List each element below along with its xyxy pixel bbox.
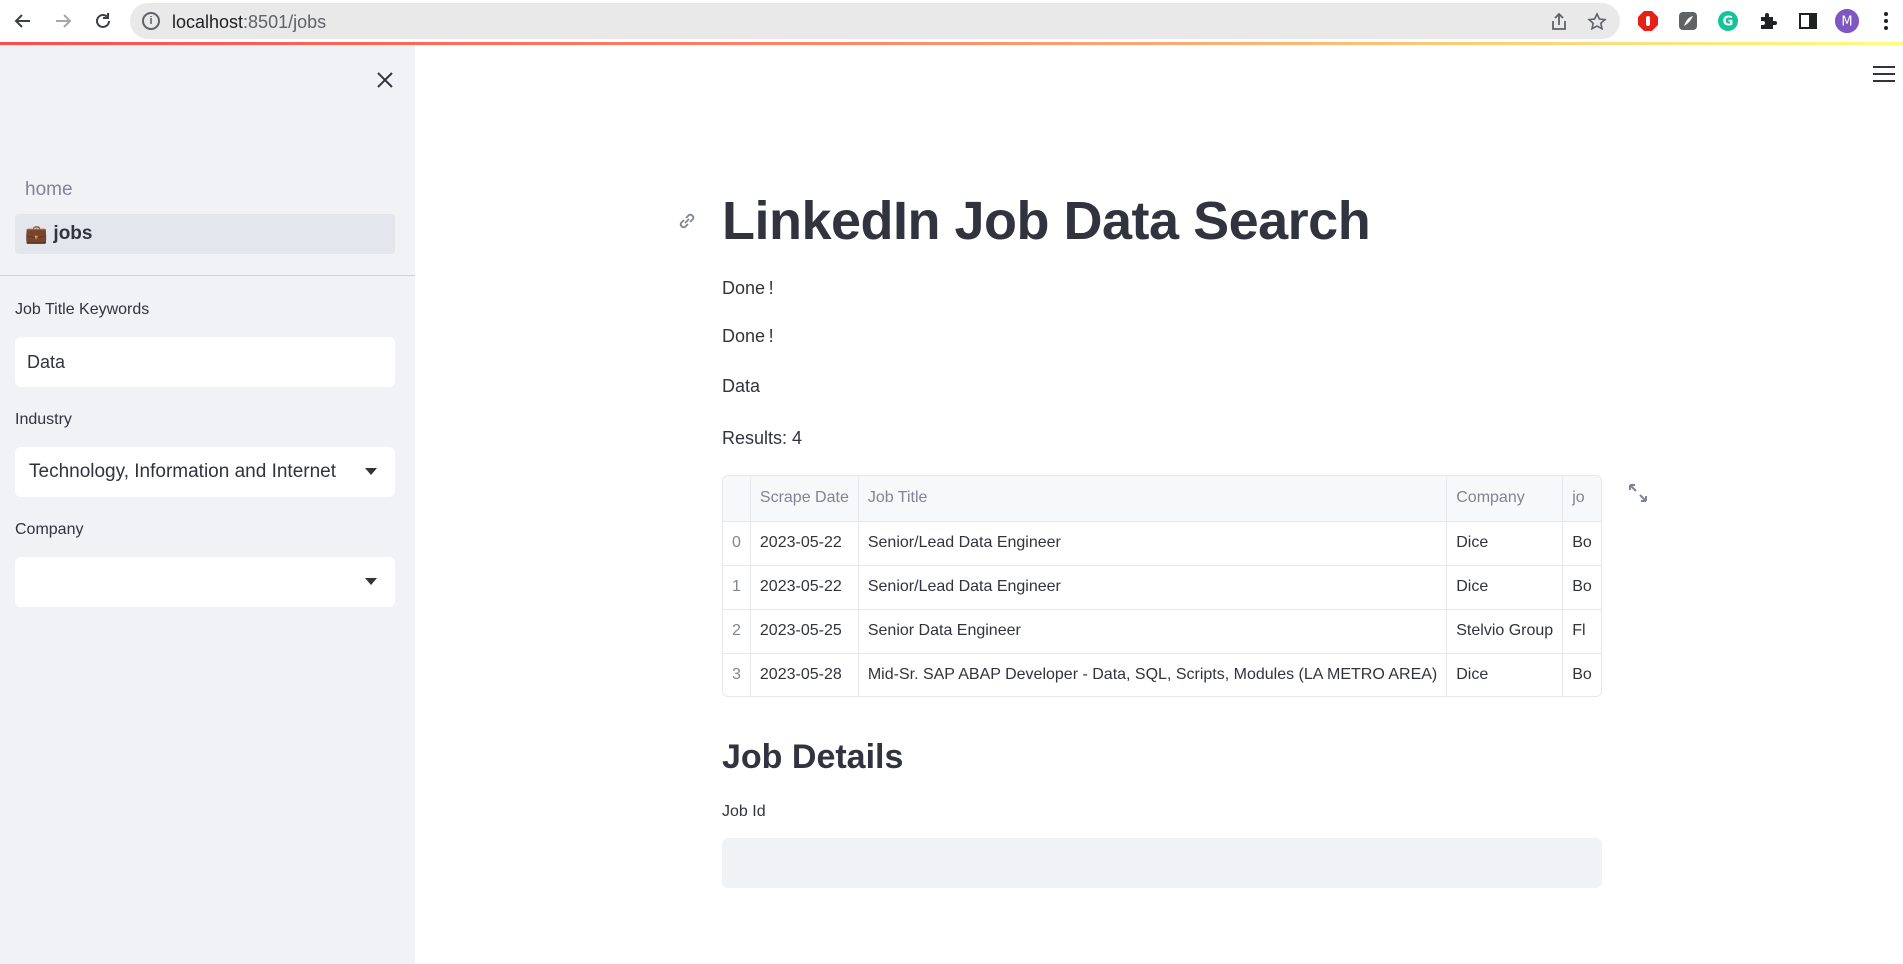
sidebar-item-label: home [25,179,73,200]
cell-scrape-date[interactable]: 2023-05-22 [750,565,859,610]
job-id-input[interactable] [722,838,1602,888]
sidebar-item-jobs[interactable]: 💼 jobs [15,214,395,254]
table-row[interactable]: 2 2023-05-25 Senior Data Engineer Stelvi… [723,609,1601,654]
link-anchor-icon[interactable] [676,210,698,238]
job-title-keywords-label: Job Title Keywords [15,301,150,318]
site-info-icon[interactable]: i [142,12,160,30]
query-echo-text: Data [722,376,761,396]
address-bar[interactable]: i localhost:8501/jobs [130,3,1620,39]
url-text[interactable]: localhost:8501/jobs [172,12,326,33]
industry-select[interactable]: Technology, Information and Internet [15,447,395,497]
hamburger-menu-icon[interactable] [1873,66,1895,84]
page-title: LinkedIn Job Data Search [722,191,1371,251]
sidebar-item-home[interactable]: home [15,170,395,210]
cell-job-location[interactable]: Bo [1562,653,1601,696]
sidebar-divider [0,275,415,276]
company-label: Company [15,521,84,538]
column-header-index[interactable] [723,476,751,522]
column-header-company[interactable]: Company [1446,476,1564,522]
svg-text:G: G [1723,15,1734,30]
job-details-heading: Job Details [722,738,904,776]
sidebar-item-label: jobs [53,223,93,244]
cell-company[interactable]: Dice [1446,521,1564,566]
back-arrow-icon[interactable] [8,7,38,35]
table-row[interactable]: 0 2023-05-22 Senior/Lead Data Engineer D… [723,521,1601,566]
adblock-extension-icon[interactable] [1635,8,1661,34]
status-text: Done ! [722,278,774,298]
briefcase-icon: 💼 [25,223,48,244]
results-dataframe[interactable]: Scrape Date Job Title Company jo 0 2023-… [722,475,1602,697]
side-panel-icon[interactable] [1795,8,1821,34]
table-row[interactable]: 1 2023-05-22 Senior/Lead Data Engineer D… [723,565,1601,610]
cell-job-title[interactable]: Senior Data Engineer [858,609,1448,654]
sidebar: home 💼 jobs Job Title Keywords Industry … [0,45,415,964]
profile-avatar[interactable]: M [1834,8,1860,34]
reload-icon[interactable] [88,7,118,35]
table-header-row: Scrape Date Job Title Company jo [723,476,1601,522]
cell-job-location[interactable]: Fl [1562,609,1601,654]
cell-company[interactable]: Stelvio Group [1446,609,1564,654]
row-index: 1 [723,565,751,610]
browser-toolbar: i localhost:8501/jobs G M [0,0,1903,42]
browser-menu-icon[interactable] [1873,8,1899,34]
job-id-label: Job Id [722,803,766,820]
share-icon[interactable] [1548,11,1570,33]
cell-job-title[interactable]: Mid-Sr. SAP ABAP Developer - Data, SQL, … [858,653,1448,696]
grammarly-extension-icon[interactable]: G [1715,8,1741,34]
status-text: Done ! [722,326,774,346]
cell-scrape-date[interactable]: 2023-05-25 [750,609,859,654]
fullscreen-expand-icon[interactable] [1627,482,1649,504]
cell-scrape-date[interactable]: 2023-05-22 [750,521,859,566]
bookmark-star-icon[interactable] [1586,11,1608,33]
extensions-puzzle-icon[interactable] [1755,8,1781,34]
cell-job-title[interactable]: Senior/Lead Data Engineer [858,521,1448,566]
industry-label: Industry [15,411,72,428]
row-index: 2 [723,609,751,654]
cell-scrape-date[interactable]: 2023-05-28 [750,653,859,696]
column-header-scrape-date[interactable]: Scrape Date [750,476,859,522]
cell-job-location[interactable]: Bo [1562,565,1601,610]
cell-company[interactable]: Dice [1446,565,1564,610]
row-index: 0 [723,521,751,566]
column-header-job-title[interactable]: Job Title [858,476,1448,522]
cell-job-title[interactable]: Senior/Lead Data Engineer [858,565,1448,610]
industry-selected-value: Technology, Information and Internet [29,461,337,482]
company-select[interactable] [15,557,395,607]
forward-arrow-icon[interactable] [48,7,78,35]
cell-company[interactable]: Dice [1446,653,1564,696]
job-title-keywords-input[interactable] [15,337,395,387]
results-table: Scrape Date Job Title Company jo 0 2023-… [723,476,1601,696]
chevron-down-icon [365,468,377,475]
column-header-job-location[interactable]: jo [1562,476,1601,522]
row-index: 3 [723,653,751,696]
cell-job-location[interactable]: Bo [1562,521,1601,566]
results-count: Results: 4 [722,428,803,448]
chevron-down-icon [365,578,377,585]
svg-text:M: M [1841,15,1852,30]
close-icon[interactable] [370,65,400,95]
feather-extension-icon[interactable] [1675,8,1701,34]
table-row[interactable]: 3 2023-05-28 Mid-Sr. SAP ABAP Developer … [723,653,1601,696]
